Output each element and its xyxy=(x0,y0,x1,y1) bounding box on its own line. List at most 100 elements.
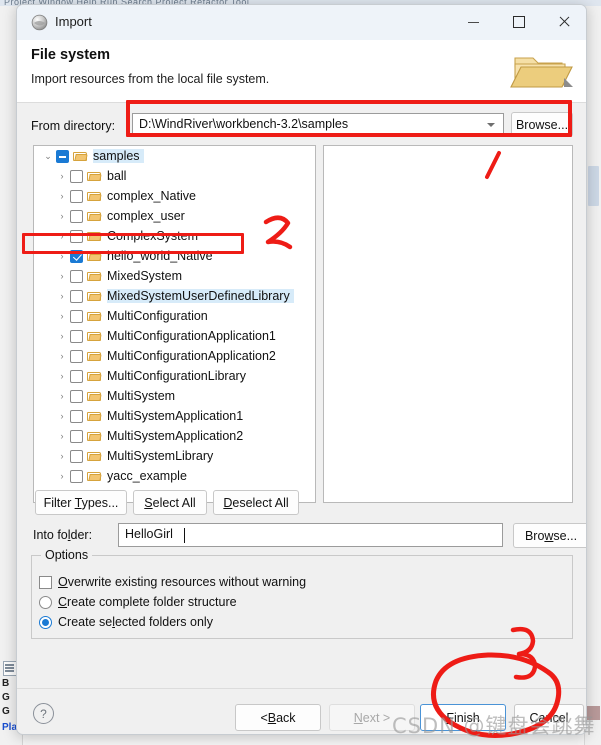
cancel-button[interactable]: Cancel xyxy=(514,704,584,731)
chevron-right-icon[interactable]: › xyxy=(54,331,70,341)
chevron-right-icon[interactable]: › xyxy=(54,171,70,181)
chevron-right-icon[interactable]: › xyxy=(54,411,70,421)
chevron-right-icon[interactable]: › xyxy=(54,211,70,221)
tree-row[interactable]: › hello_world_Native xyxy=(34,246,315,266)
next-mnemonic: N xyxy=(353,710,363,725)
finish-button[interactable]: Finish xyxy=(420,704,506,731)
tree-row[interactable]: › ball xyxy=(34,166,315,186)
tree-row-checkbox[interactable] xyxy=(70,409,83,423)
chevron-right-icon[interactable]: › xyxy=(54,311,70,321)
tree-row[interactable]: › MultiSystemApplication2 xyxy=(34,426,315,446)
tree-row-checkbox[interactable] xyxy=(70,189,83,203)
chevron-right-icon[interactable]: › xyxy=(54,391,70,401)
from-directory-value: D:\WindRiver\workbench-3.2\samples xyxy=(139,117,349,131)
tree-row-label: yacc_example xyxy=(107,469,187,483)
create-selected-only-radio[interactable] xyxy=(39,615,52,629)
tree-row-label: MixedSystemUserDefinedLibrary xyxy=(107,289,294,303)
folder-icon xyxy=(87,450,103,463)
folder-icon xyxy=(87,190,103,203)
select-all-button[interactable]: Select All xyxy=(133,490,207,515)
chevron-right-icon[interactable]: › xyxy=(54,431,70,441)
create-complete-structure-row[interactable]: Create complete folder structure xyxy=(39,595,237,609)
tree-row[interactable]: › MultiSystemLibrary xyxy=(34,446,315,466)
chevron-down-icon[interactable] xyxy=(487,123,495,131)
folder-icon xyxy=(87,330,103,343)
deselect-all-button[interactable]: Deselect All xyxy=(213,490,299,515)
tree-row-checkbox[interactable] xyxy=(70,169,83,183)
tree-row-checkbox[interactable] xyxy=(70,389,83,403)
dialog-header: File system Import resources from the lo… xyxy=(17,40,586,103)
background-text-line-1: B xyxy=(2,678,10,689)
file-list-pane[interactable] xyxy=(323,145,573,503)
tree-row[interactable]: › complex_user xyxy=(34,206,315,226)
folder-tree-pane[interactable]: ⌄ samples › ball › complex_Native › complex_use… xyxy=(33,145,316,503)
tree-row-label: samples xyxy=(93,149,144,163)
tree-row-checkbox[interactable] xyxy=(70,289,83,303)
browse-directory-button[interactable]: Browse... xyxy=(511,112,573,137)
tree-row[interactable]: ⌄ samples xyxy=(34,146,315,166)
tree-row-checkbox[interactable] xyxy=(70,309,83,323)
tree-row-label: MultiSystemLibrary xyxy=(107,449,214,463)
tree-row-checkbox[interactable] xyxy=(70,229,83,243)
tree-row-checkbox[interactable] xyxy=(70,209,83,223)
background-scrollbar-thumb[interactable] xyxy=(588,166,599,206)
chevron-right-icon[interactable]: › xyxy=(54,251,70,261)
create-selected-only-row[interactable]: Create selected folders only xyxy=(39,615,213,629)
chevron-right-icon[interactable]: › xyxy=(54,351,70,361)
chevron-right-icon[interactable]: › xyxy=(54,451,70,461)
tree-row-label: MultiConfigurationLibrary xyxy=(107,369,246,383)
create-complete-structure-radio[interactable] xyxy=(39,595,52,609)
tree-row-checkbox[interactable] xyxy=(70,469,83,483)
chevron-right-icon[interactable]: › xyxy=(54,471,70,481)
maximize-icon[interactable] xyxy=(496,5,541,39)
create-complete-structure-label: Create complete folder structure xyxy=(58,595,237,609)
create-selected-only-label: Create selected folders only xyxy=(58,615,213,629)
tree-row[interactable]: › MultiConfigurationApplication2 xyxy=(34,346,315,366)
chevron-down-icon[interactable]: ⌄ xyxy=(40,151,56,162)
back-mnemonic: B xyxy=(267,710,277,725)
close-icon[interactable] xyxy=(541,5,586,39)
chevron-right-icon[interactable]: › xyxy=(54,191,70,201)
chevron-right-icon[interactable]: › xyxy=(54,291,70,301)
chevron-right-icon[interactable]: › xyxy=(54,231,70,241)
folder-icon xyxy=(87,290,103,303)
tree-row-label: hello_world_Native xyxy=(107,249,213,263)
overwrite-checkbox-row[interactable]: Overwrite existing resources without war… xyxy=(39,575,306,589)
chevron-right-icon[interactable]: › xyxy=(54,271,70,281)
tree-row[interactable]: › complex_Native xyxy=(34,186,315,206)
tree-row-checkbox[interactable] xyxy=(56,149,69,163)
tree-row[interactable]: › ComplexSystem xyxy=(34,226,315,246)
back-button[interactable]: < Back xyxy=(235,704,321,731)
tree-row-checkbox[interactable] xyxy=(70,269,83,283)
tree-row[interactable]: › MultiSystem xyxy=(34,386,315,406)
background-text-line-3: G xyxy=(2,706,10,717)
tree-row-checkbox[interactable] xyxy=(70,429,83,443)
background-scroll-marker xyxy=(587,706,600,720)
tree-row[interactable]: › MultiConfigurationLibrary xyxy=(34,366,315,386)
next-button: Next > xyxy=(329,704,415,731)
deselect-all-label: Deselect All xyxy=(223,495,289,510)
tree-row-checkbox[interactable] xyxy=(70,449,83,463)
overwrite-checkbox[interactable] xyxy=(39,575,52,589)
tree-row-checkbox[interactable] xyxy=(70,349,83,363)
tree-row[interactable]: › yacc_example xyxy=(34,466,315,486)
browse-into-folder-button[interactable]: Browse... xyxy=(513,523,586,548)
tree-row[interactable]: › MultiConfigurationApplication1 xyxy=(34,326,315,346)
into-folder-input[interactable]: HelloGirl xyxy=(118,523,503,547)
chevron-right-icon[interactable]: › xyxy=(54,371,70,381)
overwrite-label: Overwrite existing resources without war… xyxy=(58,575,307,589)
minimize-icon[interactable] xyxy=(451,5,496,39)
folder-icon xyxy=(87,210,103,223)
tree-row[interactable]: › MultiSystemApplication1 xyxy=(34,406,315,426)
tree-row[interactable]: › MultiConfiguration xyxy=(34,306,315,326)
tree-row-checkbox[interactable] xyxy=(70,249,83,263)
tree-row-label: ball xyxy=(107,169,127,183)
from-directory-combo[interactable]: D:\WindRiver\workbench-3.2\samples xyxy=(132,113,504,137)
folder-tree[interactable]: ⌄ samples › ball › complex_Native › complex_use… xyxy=(34,146,315,502)
help-icon[interactable]: ? xyxy=(33,703,54,724)
tree-row[interactable]: › MixedSystemUserDefinedLibrary xyxy=(34,286,315,306)
tree-row[interactable]: › MixedSystem xyxy=(34,266,315,286)
tree-row-checkbox[interactable] xyxy=(70,369,83,383)
tree-row-checkbox[interactable] xyxy=(70,329,83,343)
filter-types-button[interactable]: Filter Types... xyxy=(35,490,127,515)
